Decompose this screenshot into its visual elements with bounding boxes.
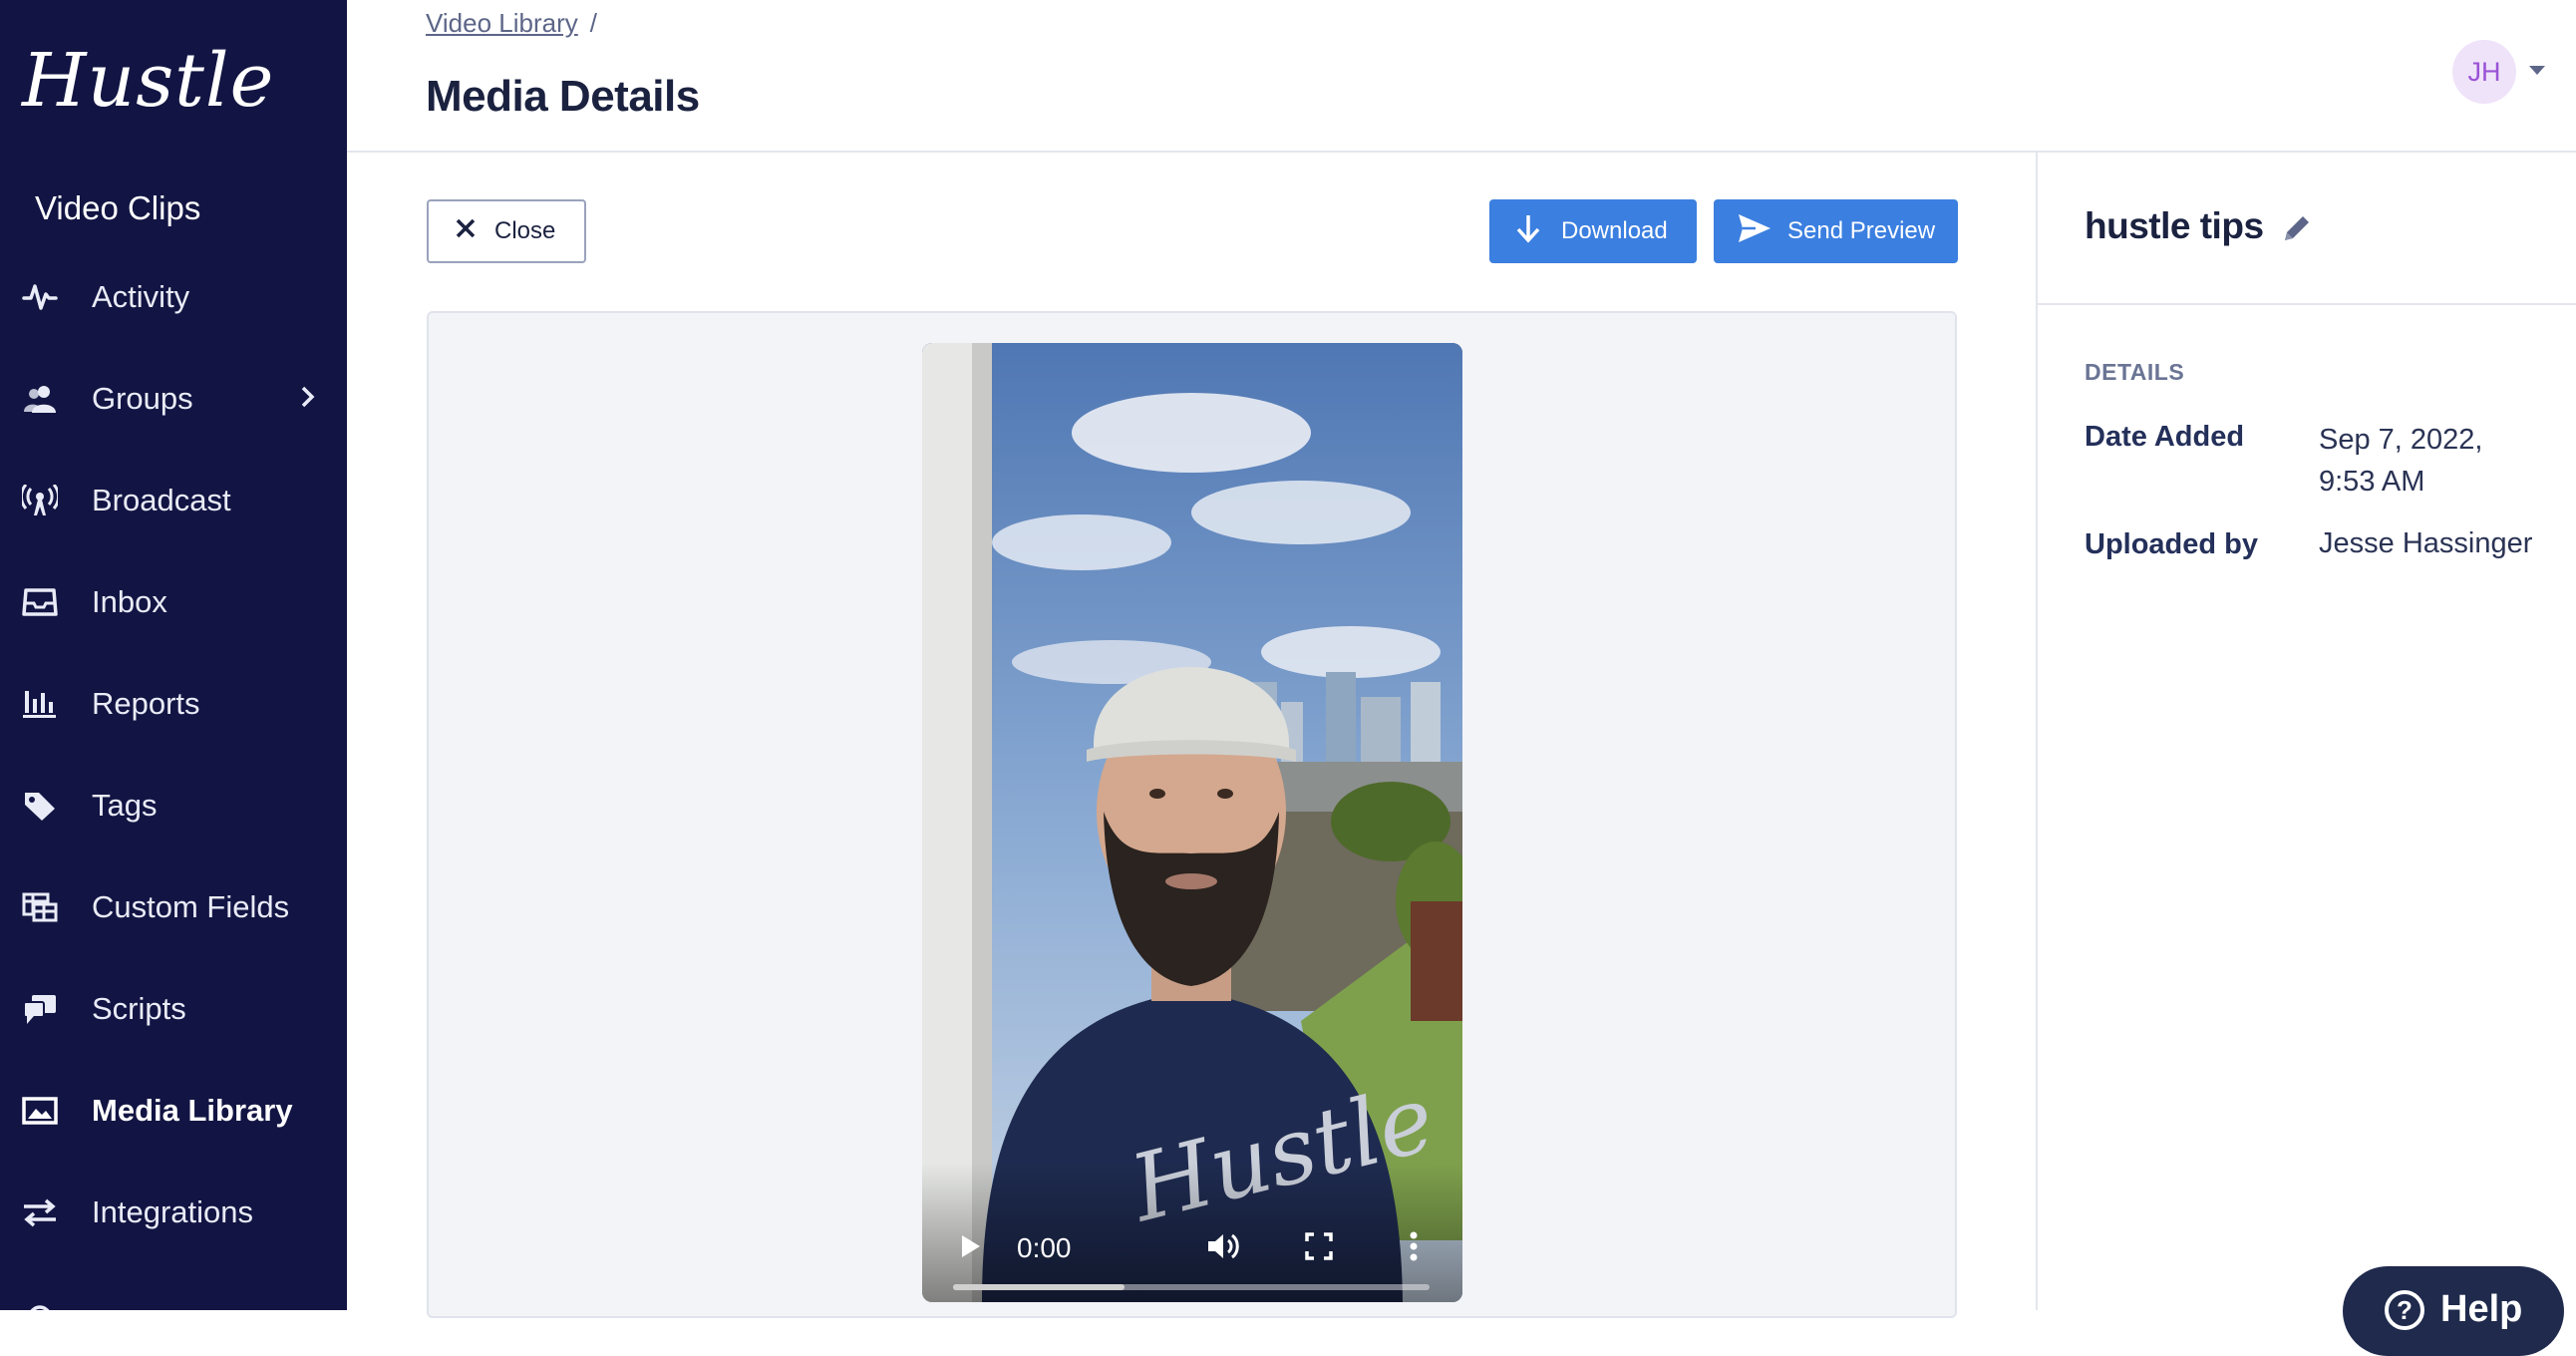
sidebar-item-label: Reports xyxy=(92,686,200,721)
sidebar-item-label: Scripts xyxy=(92,991,186,1026)
video-progress-bar[interactable] xyxy=(953,1284,1430,1290)
breadcrumb: Video Library / xyxy=(426,8,597,39)
download-button[interactable]: Download xyxy=(1489,199,1697,263)
date-added-value-line1: Sep 7, 2022, xyxy=(2319,424,2483,456)
media-title: hustle tips xyxy=(2085,205,2264,246)
fullscreen-icon[interactable] xyxy=(1301,1228,1337,1264)
workspace-name[interactable]: Video Clips xyxy=(35,189,200,227)
sidebar-item-label: Tags xyxy=(92,788,158,823)
sidebar-item-label: Media Library xyxy=(92,1093,293,1128)
media-preview-area: Hustle 0:00 xyxy=(427,311,1957,1318)
close-icon xyxy=(455,217,477,246)
uploaded-by-label: Uploaded by xyxy=(2085,528,2259,560)
date-added-value-line2: 9:53 AM xyxy=(2319,466,2425,498)
close-button[interactable]: Close xyxy=(427,199,586,263)
sidebar-item-activity[interactable]: Activity xyxy=(0,257,347,337)
chat-bubbles-icon xyxy=(22,991,58,1027)
details-panel: hustle tips DETAILS Date Added Sep 7, 20… xyxy=(2036,152,2576,1310)
sidebar-item-media-library[interactable]: Media Library xyxy=(0,1071,347,1151)
video-frame: Hustle xyxy=(922,343,1462,1302)
play-icon[interactable] xyxy=(952,1228,988,1264)
video-progress-fill xyxy=(953,1284,1126,1290)
details-panel-header: hustle tips xyxy=(2038,152,2576,305)
close-button-label: Close xyxy=(494,217,556,244)
hustle-logo[interactable]: Hustle xyxy=(22,38,274,124)
help-button[interactable]: ? Help xyxy=(2343,1266,2564,1356)
date-added-label: Date Added xyxy=(2085,421,2245,453)
tag-icon xyxy=(22,788,58,824)
inbox-icon xyxy=(22,584,58,620)
broadcast-icon xyxy=(22,483,58,518)
breadcrumb-link-video-library[interactable]: Video Library xyxy=(426,8,578,38)
bar-chart-icon xyxy=(22,686,58,722)
chevron-right-icon xyxy=(297,385,317,414)
page-header: Video Library / Media Details JH xyxy=(347,0,2576,153)
sidebar-item-label: Custom Fields xyxy=(92,889,290,924)
more-options-icon[interactable] xyxy=(1399,1228,1429,1264)
table-icon xyxy=(22,889,58,925)
pencil-icon[interactable] xyxy=(2280,211,2314,245)
video-player[interactable]: Hustle 0:00 xyxy=(922,343,1462,1302)
sidebar-item-scripts[interactable]: Scripts xyxy=(0,969,347,1049)
activity-icon xyxy=(22,279,58,315)
user-avatar[interactable]: JH xyxy=(2452,40,2516,104)
svg-text:?: ? xyxy=(2397,1295,2413,1325)
download-arrow-icon xyxy=(1515,213,1541,250)
send-preview-button[interactable]: Send Preview xyxy=(1714,199,1958,263)
breadcrumb-separator: / xyxy=(589,8,597,38)
send-icon xyxy=(1738,213,1771,250)
image-icon xyxy=(22,1093,58,1129)
sidebar-item-broadcast[interactable]: Broadcast xyxy=(0,461,347,540)
date-added-value: Sep 7, 2022, 9:53 AM xyxy=(2319,419,2482,503)
details-heading: DETAILS xyxy=(2085,359,2185,385)
video-controls: 0:00 xyxy=(922,1163,1462,1302)
sidebar-item-integrations[interactable]: Integrations xyxy=(0,1173,347,1252)
sidebar: Hustle Video Clips Activity Groups Broad… xyxy=(0,0,347,1310)
partial-nav-icon xyxy=(22,1296,58,1310)
media-main: Close Download Send Preview Hustle 0:00 xyxy=(347,152,2036,1318)
sidebar-item-label: Activity xyxy=(92,279,190,314)
sidebar-item-reports[interactable]: Reports xyxy=(0,664,347,744)
users-icon xyxy=(22,381,58,417)
sidebar-item-label: Inbox xyxy=(92,584,167,619)
caret-down-icon[interactable] xyxy=(2529,66,2545,75)
send-preview-button-label: Send Preview xyxy=(1787,217,1936,244)
sidebar-item-label: Groups xyxy=(92,381,193,416)
sidebar-item-inbox[interactable]: Inbox xyxy=(0,562,347,642)
page-title: Media Details xyxy=(426,72,700,121)
download-button-label: Download xyxy=(1561,217,1668,244)
sidebar-item-label: Broadcast xyxy=(92,483,231,517)
sidebar-item-tags[interactable]: Tags xyxy=(0,766,347,846)
swap-arrows-icon xyxy=(22,1194,58,1230)
volume-icon[interactable] xyxy=(1203,1228,1243,1264)
uploaded-by-value: Jesse Hassinger xyxy=(2319,527,2533,559)
sidebar-item-label: Integrations xyxy=(92,1194,253,1229)
sidebar-item-partial[interactable] xyxy=(0,1274,347,1310)
help-question-icon: ? xyxy=(2383,1288,2426,1342)
video-time: 0:00 xyxy=(1017,1232,1072,1263)
sidebar-item-custom-fields[interactable]: Custom Fields xyxy=(0,867,347,947)
sidebar-item-groups[interactable]: Groups xyxy=(0,359,347,439)
